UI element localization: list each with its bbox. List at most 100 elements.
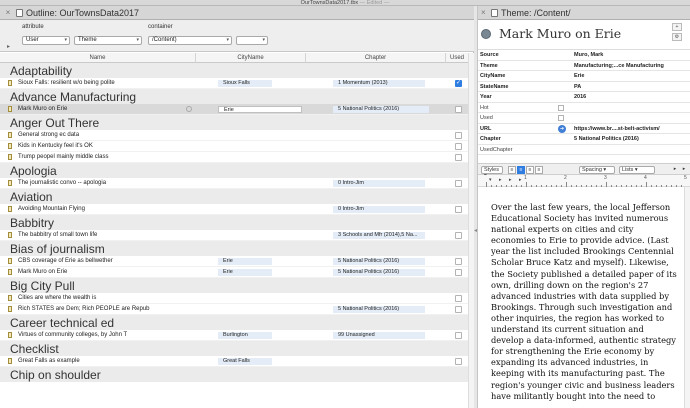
text-ruler[interactable]: ▾ ▸ ▸ ▸ 1 2 3 4 5 [478,175,690,187]
used-checkbox[interactable] [455,232,462,239]
outline-group-row[interactable]: Adaptability [0,63,468,78]
used-checkbox[interactable] [455,295,462,302]
chevron-right-icon[interactable]: ▸ [680,166,688,174]
outline-item-row[interactable]: Virtues of community colleges, by John T… [0,330,468,341]
align-justify-icon[interactable]: ≡ [517,166,525,174]
column-header-name[interactable]: Name [0,53,196,63]
used-checkbox[interactable] [455,80,462,87]
outline-group-row[interactable]: Aviation [0,189,468,204]
outline-item-row[interactable]: The journalistic convo -- apologia 0 Intr… [0,178,468,189]
chapter-cell[interactable]: 0 Intro-Jim [333,206,425,213]
attribute-value[interactable]: 5 National Politics (2016) [574,134,639,144]
used-checkbox[interactable] [455,143,462,150]
outline-item-row[interactable]: Kids in Kentucky feel it's OK [0,141,468,152]
attribute-value[interactable]: 2016 [574,92,586,102]
item-name[interactable]: Sioux Falls: resilient w/o being polite [18,78,115,89]
spacing-select[interactable]: Spacing ▾ [579,166,615,174]
column-header-used[interactable]: Used [446,53,468,63]
item-name[interactable]: The babbitry of small town life [18,230,97,241]
outline-group-row[interactable]: Apologia [0,163,468,178]
play-icon[interactable]: ▸ [7,43,10,50]
attribute-value[interactable]: Erie [574,71,584,81]
outline-group-row[interactable]: Bias of journalism [0,241,468,256]
outline-group-row[interactable]: Checklist [0,341,468,356]
outline-tab-title[interactable]: Outline: OurTownsData2017 [26,8,139,18]
tab-stop-marker-icon[interactable]: ▸ [509,177,512,183]
chapter-cell[interactable]: 5 National Politics (2016) [333,258,425,265]
item-name[interactable]: General strong ec data [18,130,79,141]
text-tab-title[interactable]: Theme: /Content/ [501,8,571,18]
note-title[interactable]: Mark Muro on Erie [499,26,621,42]
outline-item-row[interactable]: Trump peopel mainly middle class [0,152,468,163]
outline-item-row[interactable]: CBS coverage of Erie as bellwether Erie 5 … [0,256,468,267]
close-tab-icon[interactable]: × [4,9,12,17]
used-checkbox[interactable] [455,206,462,213]
chapter-cell[interactable]: 3 Schools and Mfr (2014),5 Na... [333,232,425,239]
item-name[interactable]: Avoiding Mountain Flying [18,204,85,215]
drag-handle-icon[interactable] [186,106,192,112]
note-text-area[interactable]: Over the last few years, the local Jeffe… [478,187,684,408]
item-name[interactable]: Mark Muro on Erie [18,104,67,115]
item-name[interactable]: CBS coverage of Erie as bellwether [18,256,113,267]
container-option-select[interactable]: ▾ [236,36,268,45]
attribute-select[interactable]: User ▾ [22,36,70,45]
play-icon[interactable]: ▸ [671,166,679,174]
chapter-cell[interactable]: 1 Momentum (2013) [333,80,425,87]
outline-group-row[interactable]: Advance Manufacturing [0,89,468,104]
attribute-value[interactable]: Muro, Mark [574,50,603,60]
used-checkbox[interactable] [455,306,462,313]
outline-group-row[interactable]: Chip on shoulder [0,367,468,382]
outline-item-row[interactable]: Mark Muro on Erie Erie 5 National Politics… [0,267,468,278]
item-name[interactable]: Trump peopel mainly middle class [18,152,108,163]
used-checkbox[interactable] [455,332,462,339]
outline-item-row[interactable]: Mark Muro on Erie Erie 5 National Politics… [0,104,468,115]
outline-item-row[interactable]: Avoiding Mountain Flying 0 Intro-Jim [0,204,468,215]
attribute-value[interactable]: Manufacturing;...ce Manufacturing [574,61,664,71]
used-checkbox[interactable] [455,180,462,187]
chapter-cell[interactable]: 5 National Politics (2016) [333,306,425,313]
globe-icon[interactable]: ➜ [558,124,566,133]
outline-group-row[interactable]: Career technical ed [0,315,468,330]
add-attribute-button[interactable]: + [672,23,682,31]
attribute-checkbox[interactable] [558,104,564,111]
tab-stop-marker-icon[interactable]: ▾ [489,177,492,183]
chapter-cell[interactable]: 5 National Politics (2016) [333,106,429,113]
lists-select[interactable]: Lists ▾ [619,166,655,174]
column-header-chapter[interactable]: Chapter [306,53,446,63]
chapter-cell[interactable]: 99 Unassigned [333,332,425,339]
container-select[interactable]: /Content) ▾ [148,36,232,45]
outline-group-row[interactable]: Big City Pull [0,278,468,293]
outline-group-row[interactable]: Babbitry [0,215,468,230]
tab-stop-marker-icon[interactable]: ▸ [519,177,522,183]
close-tab-icon[interactable]: × [481,9,486,17]
used-checkbox[interactable] [455,258,462,265]
cityname-cell[interactable]: Burlington [218,332,272,339]
item-name[interactable]: Mark Muro on Erie [18,267,67,278]
cityname-cell[interactable]: Sioux Falls [218,80,272,87]
cityname-cell[interactable]: Erie [218,258,272,265]
cityname-cell[interactable]: Erie [218,269,272,276]
outline-item-row[interactable]: Sioux Falls: resilient w/o being polite S… [0,78,468,89]
chapter-cell[interactable]: 0 Intro-Jim [333,180,425,187]
gear-icon[interactable]: ⚙ [672,33,682,41]
styles-select[interactable]: Styles ▾ [481,166,503,179]
item-name[interactable]: Kids in Kentucky feel it's OK [18,141,93,152]
used-checkbox[interactable] [455,269,462,276]
align-left-icon[interactable]: ≡ [508,166,516,174]
attribute-value[interactable]: PA [574,82,581,92]
column-header-cityname[interactable]: CityName [196,53,306,63]
align-center-icon[interactable]: ≡ [526,166,534,174]
outline-group-row[interactable]: Anger Out There [0,115,468,130]
used-checkbox[interactable] [455,132,462,139]
item-name[interactable]: Cities are where the wealth is [18,293,96,304]
item-name[interactable]: Rich STATES are Dem; Rich PEOPLE are Rep… [18,304,150,315]
used-checkbox[interactable] [455,106,462,113]
chapter-cell[interactable]: 5 National Politics (2016) [333,269,425,276]
outline-item-row[interactable]: Rich STATES are Dem; Rich PEOPLE are Rep… [0,304,468,315]
align-right-icon[interactable]: ≡ [535,166,543,174]
outline-item-row[interactable]: General strong ec data [0,130,468,141]
attribute-value[interactable]: https://www.br....st-belt-activism/ [574,124,660,134]
tab-stop-marker-icon[interactable]: ▸ [499,177,502,183]
cityname-cell[interactable]: Great Falls [218,358,272,365]
outline-item-row[interactable]: Cities are where the wealth is [0,293,468,304]
